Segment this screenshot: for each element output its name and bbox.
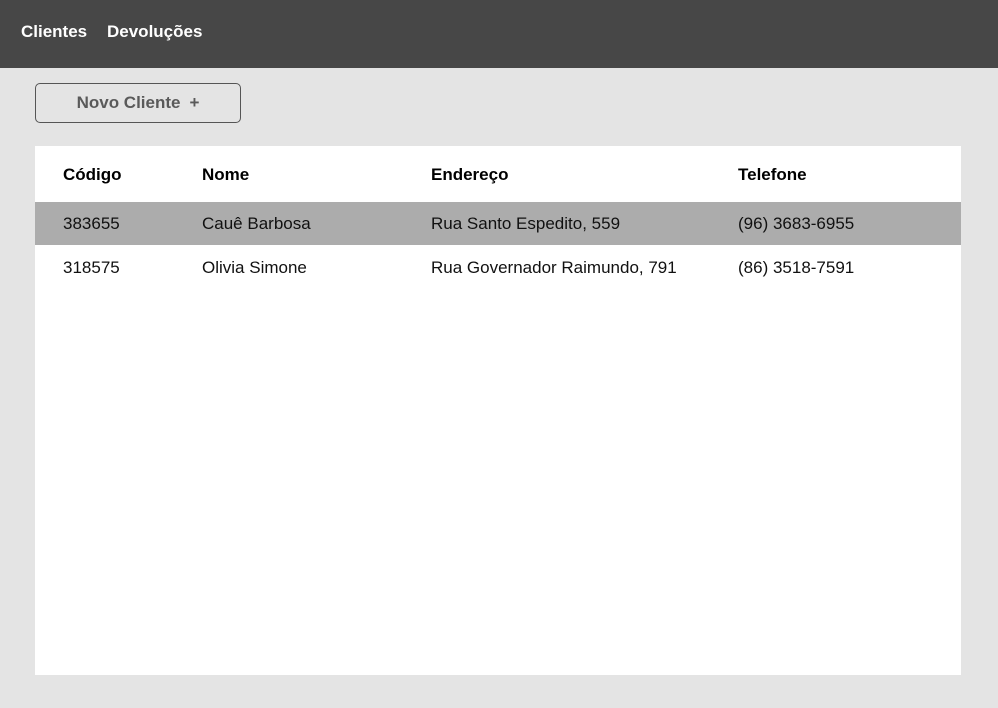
plus-icon: + [189, 93, 200, 112]
top-nav-bar: Clientes Devoluções [0, 0, 998, 68]
cell-endereco: Rua Governador Raimundo, 791 [431, 257, 677, 277]
table-row[interactable]: 318575 Olivia Simone Rua Governador Raim… [35, 246, 961, 289]
column-header-codigo[interactable]: Código [63, 154, 122, 196]
column-header-nome[interactable]: Nome [202, 154, 249, 196]
cell-codigo: 383655 [63, 213, 120, 233]
clients-table: Código Nome Endereço Telefone 383655 Cau… [35, 146, 961, 675]
table-header-row: Código Nome Endereço Telefone [35, 154, 961, 196]
nav-item-clientes[interactable]: Clientes [21, 22, 87, 42]
cell-nome: Olivia Simone [202, 257, 307, 277]
cell-nome: Cauê Barbosa [202, 213, 311, 233]
table-row[interactable]: 383655 Cauê Barbosa Rua Santo Espedito, … [35, 202, 961, 245]
nav-item-devolucoes[interactable]: Devoluções [107, 22, 202, 42]
cell-endereco: Rua Santo Espedito, 559 [431, 213, 621, 233]
new-client-button-label: Novo Cliente [76, 93, 181, 112]
column-header-telefone[interactable]: Telefone [738, 154, 807, 196]
column-header-endereco[interactable]: Endereço [431, 154, 508, 196]
cell-telefone: (96) 3683-6955 [738, 213, 855, 233]
cell-telefone: (86) 3518-7591 [738, 257, 855, 277]
cell-codigo: 318575 [63, 257, 120, 277]
new-client-button[interactable]: Novo Cliente + [35, 83, 241, 123]
